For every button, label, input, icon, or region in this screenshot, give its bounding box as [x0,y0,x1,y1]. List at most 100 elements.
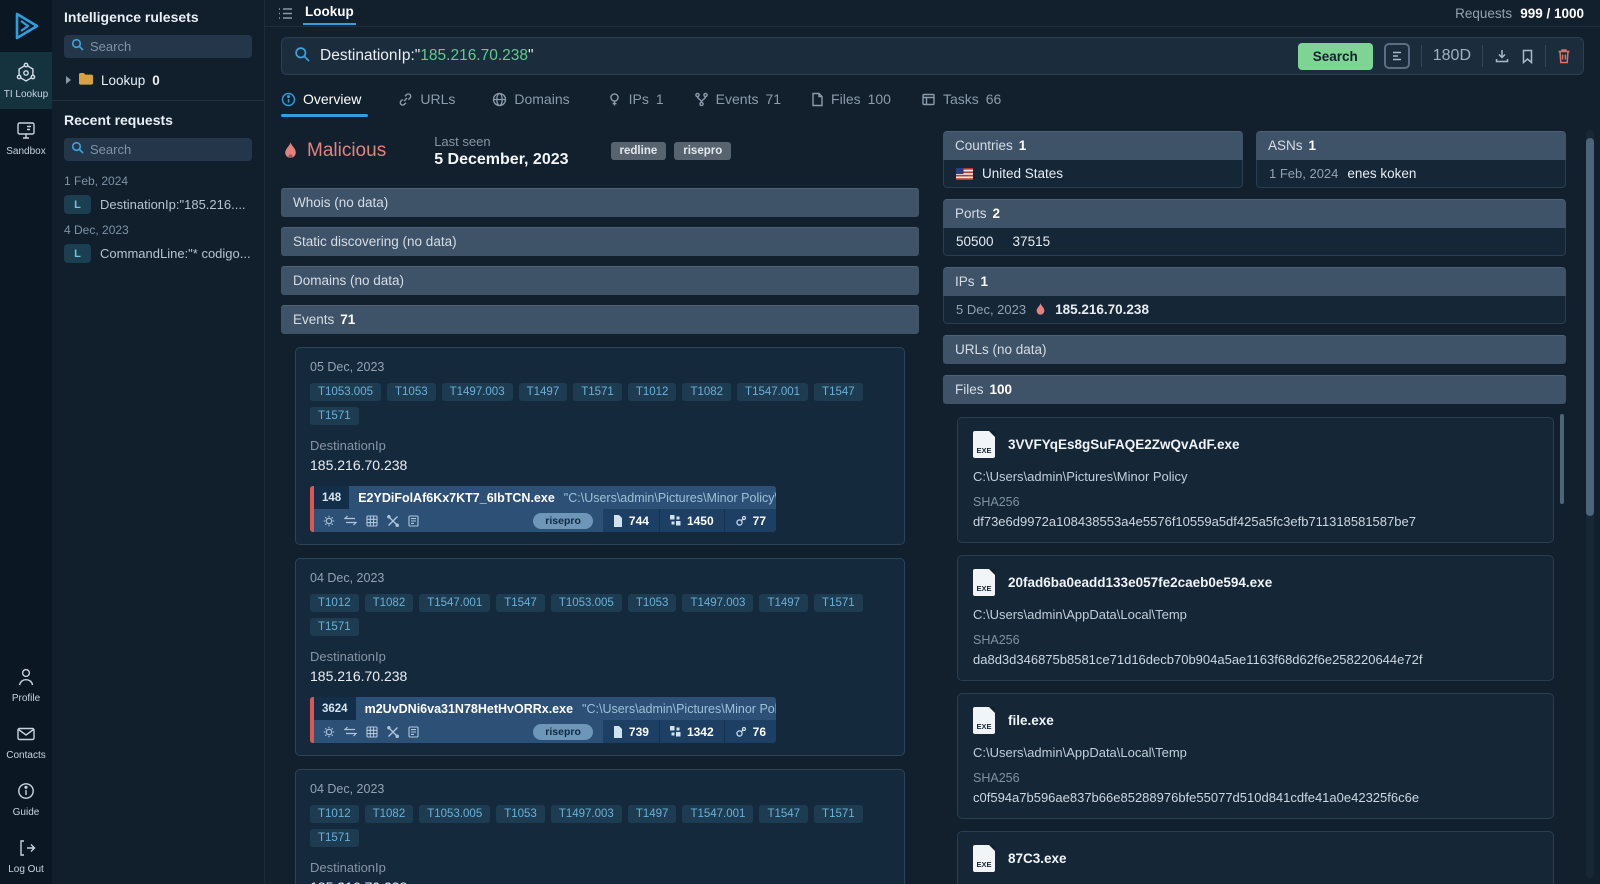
tab-events[interactable]: Events71 [694,91,781,117]
task-bar[interactable]: 3624 m2UvDNi6va31N78HetHvORRx.exe "C:\Us… [310,697,776,743]
tag-redline[interactable]: redline [611,142,667,160]
trash-icon[interactable] [1557,48,1571,64]
nav-item-contacts[interactable]: Contacts [0,713,52,770]
page-scrollbar[interactable] [1586,130,1594,878]
task-bar[interactable]: 148 E2YDiFolAf6Kx7KT7_6IbTCN.exe "C:\Use… [310,486,776,532]
malware-tag-pill[interactable]: risepro [533,513,593,529]
period-selector[interactable]: 180D [1433,47,1471,65]
section-domains[interactable]: Domains (no data) [281,266,919,295]
tcode-badge[interactable]: T1012 [310,805,359,823]
event-card[interactable]: 04 Dec, 2023 T1012 T1082 T1053.005 T1053… [295,769,905,884]
tab-ips[interactable]: IPs1 [607,91,664,117]
anyrun-logo[interactable] [0,0,52,52]
tcode-badge[interactable]: T1571 [310,407,359,425]
tab-tasks[interactable]: Tasks66 [921,91,1001,117]
tcode-badge[interactable]: T1571 [814,805,863,823]
tcode-badge[interactable]: T1082 [682,383,731,401]
ips-header[interactable]: IPs 1 [943,267,1566,296]
tcode-badge[interactable]: T1053 [628,594,677,612]
malware-tag-pill[interactable]: risepro [533,724,593,740]
events-header[interactable]: Events 71 [281,305,919,334]
ip-value: 185.216.70.238 [1055,302,1149,317]
recent-search-input[interactable] [90,142,245,157]
event-card[interactable]: 05 Dec, 2023 T1053.005 T1053 T1497.003 T… [295,347,905,545]
nav-label-sandbox: Sandbox [6,146,45,157]
tcode-badge[interactable]: T1053 [387,383,436,401]
ports-body[interactable]: 50500 37515 [943,228,1566,256]
ips-label: IPs [955,274,975,289]
rulesets-search-input[interactable] [90,39,245,54]
search-button[interactable]: Search [1298,43,1373,70]
countries-header[interactable]: Countries 1 [943,131,1243,160]
caret-right-icon[interactable] [66,76,71,84]
nav-item-ti-lookup[interactable]: TI Lookup [0,52,52,109]
tcode-badge[interactable]: T1012 [310,594,359,612]
tcode-badge[interactable]: T1547.001 [682,805,753,823]
countries-body[interactable]: United States [943,160,1243,188]
tcode-badge[interactable]: T1547 [759,805,808,823]
file-card[interactable]: EXE 3VVFYqEs8gSuFAQE2ZwQvAdF.exe C:\User… [957,417,1554,543]
query-text[interactable]: DestinationIp:"185.216.70.238" [320,47,534,65]
tcode-badge[interactable]: T1571 [310,618,359,636]
tcode-badge[interactable]: T1571 [310,829,359,847]
tab-urls[interactable]: URLs [398,91,462,117]
file-card[interactable]: EXE 20fad6ba0eadd133e057fe2caeb0e594.exe… [957,555,1554,681]
nav-item-sandbox[interactable]: Sandbox [0,109,52,166]
search-icon [71,38,84,56]
tab-domains[interactable]: Domains [492,91,576,117]
nav-item-guide[interactable]: Guide [0,770,52,827]
file-card[interactable]: EXE 87C3.exe C:\Users\admin\AppData\Loca… [957,831,1554,884]
tcode-badge[interactable]: T1497.003 [682,594,753,612]
tcode-badge[interactable]: T1547 [496,594,545,612]
asns-header[interactable]: ASNs 1 [1256,131,1566,160]
folder-lookup[interactable]: Lookup 0 [64,71,252,100]
ip-date: 5 Dec, 2023 [956,302,1026,317]
files-scrollbar-thumb[interactable] [1560,414,1564,504]
tcode-badge[interactable]: T1547 [814,383,863,401]
asns-body[interactable]: 1 Feb, 2024 enes koken [1256,160,1566,188]
query-templates-button[interactable] [1384,43,1410,69]
lookup-list-icon[interactable] [278,7,293,20]
tcode-badge[interactable]: T1571 [814,594,863,612]
page-scrollbar-thumb[interactable] [1586,138,1594,516]
bookmark-icon[interactable] [1521,49,1534,64]
recent-request-item[interactable]: L DestinationIp:"185.216.... [64,195,252,214]
tcode-badge[interactable]: T1053.005 [310,383,381,401]
ports-header[interactable]: Ports 2 [943,199,1566,228]
query-input[interactable]: DestinationIp:"185.216.70.238" Search 18… [281,37,1584,75]
nav-item-profile[interactable]: Profile [0,656,52,713]
ips-body[interactable]: 5 Dec, 2023 185.216.70.238 [943,296,1566,324]
tcode-badge[interactable]: T1053.005 [551,594,622,612]
download-icon[interactable] [1494,48,1510,64]
file-card[interactable]: EXE file.exe C:\Users\admin\AppData\Loca… [957,693,1554,819]
tag-risepro[interactable]: risepro [674,142,731,160]
rulesets-search[interactable] [64,35,252,58]
tcode-badge[interactable]: T1547.001 [737,383,808,401]
section-whois[interactable]: Whois (no data) [281,188,919,217]
files-header[interactable]: Files 100 [943,375,1566,404]
tcode-badge[interactable]: T1497.003 [551,805,622,823]
nav-item-logout[interactable]: Log Out [0,827,52,884]
tcode-badge[interactable]: T1053 [496,805,545,823]
tcode-badge[interactable]: T1497 [759,594,808,612]
tcode-badge[interactable]: T1497 [628,805,677,823]
event-card[interactable]: 04 Dec, 2023 T1012 T1082 T1547.001 T1547… [295,558,905,756]
section-static-discovering[interactable]: Static discovering (no data) [281,227,919,256]
stat-value: 77 [753,514,766,528]
recent-search[interactable] [64,138,252,161]
task-stats: 744 1450 77 [603,509,776,532]
section-urls[interactable]: URLs (no data) [943,335,1566,364]
tcode-badge[interactable]: T1571 [573,383,622,401]
recent-date: 4 Dec, 2023 [64,223,252,237]
tab-files[interactable]: Files100 [811,91,891,117]
tab-lookup[interactable]: Lookup [303,1,356,25]
tcode-badge[interactable]: T1082 [365,805,414,823]
tcode-badge[interactable]: T1547.001 [419,594,490,612]
tcode-badge[interactable]: T1497.003 [442,383,513,401]
tcode-badge[interactable]: T1497 [519,383,568,401]
tcode-badge[interactable]: T1082 [365,594,414,612]
tcode-badge[interactable]: T1012 [628,383,677,401]
tcode-badge[interactable]: T1053.005 [419,805,490,823]
recent-request-item[interactable]: L CommandLine:"* codigo... [64,244,252,263]
tab-overview[interactable]: Overview [281,91,368,117]
